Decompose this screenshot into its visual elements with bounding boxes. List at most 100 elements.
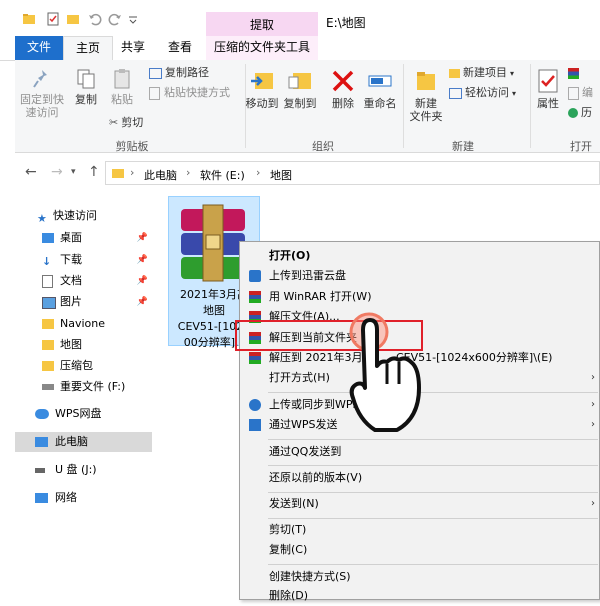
menu-item-upload-xunlei[interactable]: 上传到迅雷云盘: [240, 266, 599, 286]
dropdown-arrow-icon: ▾: [510, 69, 515, 78]
nav-map[interactable]: 地图: [15, 335, 152, 355]
easy-access-label: 轻松访问: [465, 86, 509, 99]
rename-button[interactable]: 重命名: [361, 68, 399, 110]
menu-item-delete[interactable]: 删除(D): [240, 586, 599, 606]
contextual-tab-extract[interactable]: 提取: [206, 12, 318, 36]
pin-quick-access-button[interactable]: 固定到快 速访问: [17, 68, 67, 119]
delete-button[interactable]: 删除: [328, 68, 358, 110]
copy-button[interactable]: 复制: [69, 68, 103, 106]
cut-label: 剪切: [121, 116, 144, 129]
menu-separator: [268, 492, 598, 493]
winrar-open-button[interactable]: [568, 66, 579, 79]
copy-label: 复制: [75, 93, 97, 106]
nav-quick-access[interactable]: ★ 快速访问: [15, 206, 152, 226]
nav-zip[interactable]: 压缩包: [15, 356, 152, 376]
menu-item-restore-versions[interactable]: 还原以前的版本(V): [240, 468, 599, 488]
breadcrumb-this-pc[interactable]: 此电脑: [144, 167, 177, 183]
tab-compressed-folder-tools[interactable]: 压缩的文件夹工具: [206, 36, 318, 60]
cloud-icon: [35, 409, 49, 419]
easy-access-button[interactable]: 轻松访问 ▾: [449, 86, 516, 100]
copy-to-label: 复制到: [283, 97, 317, 110]
group-label-open: 打开: [570, 140, 592, 153]
back-arrow-icon[interactable]: ←: [25, 164, 37, 180]
pin-icon[interactable]: 📌: [137, 228, 148, 248]
properties-icon[interactable]: [46, 12, 60, 26]
up-arrow-icon[interactable]: ↑: [88, 164, 100, 180]
new-item-button[interactable]: 新建项目 ▾: [449, 66, 514, 80]
pin-icon[interactable]: 📌: [137, 292, 148, 312]
properties-button[interactable]: 属性: [531, 68, 565, 110]
nav-label: 地图: [60, 338, 82, 351]
tab-home[interactable]: 主页: [63, 36, 113, 60]
nav-label: 桌面: [60, 231, 82, 244]
tab-share[interactable]: 共享: [113, 36, 153, 60]
download-arrow-icon: ↓: [42, 255, 52, 268]
nav-this-pc[interactable]: 此电脑: [15, 432, 152, 452]
forward-arrow-icon[interactable]: →: [51, 164, 63, 180]
history-icon: [568, 108, 578, 118]
menu-item-send-to[interactable]: 发送到(N) ›: [240, 494, 599, 514]
pin-icon[interactable]: 📌: [137, 271, 148, 291]
submenu-chevron-icon: ›: [591, 419, 595, 430]
nav-label: 文档: [60, 274, 82, 287]
address-bar: ← → ▾ ↑ › 此电脑 › 软件 (E:) › 地图: [15, 159, 600, 187]
menu-label: 剪切(T): [269, 523, 307, 536]
star-icon: ★: [37, 212, 47, 225]
breadcrumb-separator-icon: ›: [186, 166, 191, 179]
address-field[interactable]: › 此电脑 › 软件 (E:) › 地图: [105, 161, 600, 185]
nav-usb-j[interactable]: U 盘 (J:): [15, 460, 152, 480]
nav-documents[interactable]: 文档 📌: [15, 271, 152, 291]
move-to-label: 移动到: [245, 97, 279, 110]
computer-icon: [35, 437, 48, 447]
menu-item-cut[interactable]: 剪切(T): [240, 520, 599, 540]
paste-shortcut-button[interactable]: 粘贴快捷方式: [149, 86, 230, 100]
properties-icon: [538, 69, 558, 93]
move-to-button[interactable]: 移动到: [243, 68, 281, 110]
pin-icon[interactable]: 📌: [137, 250, 148, 270]
folder-icon: [42, 340, 54, 350]
menu-item-send-qq[interactable]: 通过QQ发送到: [240, 442, 599, 462]
nav-navione[interactable]: Navione: [15, 314, 152, 334]
menu-label: 复制(C): [269, 543, 308, 556]
title-bar: 提取 E:\地图: [0, 0, 600, 36]
folder-icon: [42, 361, 54, 371]
new-folder-icon[interactable]: [66, 12, 80, 26]
edit-button[interactable]: 编: [568, 86, 593, 100]
tab-file[interactable]: 文件: [15, 36, 63, 60]
new-folder-button[interactable]: 新建 文件夹: [409, 68, 443, 123]
copy-to-button[interactable]: 复制到: [281, 68, 319, 110]
paste-button[interactable]: 粘贴: [105, 68, 139, 106]
recent-locations-chevron-icon[interactable]: ▾: [71, 167, 76, 177]
menu-item-open-winrar[interactable]: 用 WinRAR 打开(W): [240, 287, 599, 307]
navigation-pane: ★ 快速访问 桌面 📌 ↓ 下载 📌 文档 📌 图片 📌 Navione 地图 …: [15, 200, 155, 600]
menu-item-open[interactable]: 打开(O): [240, 246, 599, 266]
nav-network[interactable]: 网络: [15, 488, 152, 508]
history-button[interactable]: 历: [568, 106, 592, 119]
breadcrumb-drive-e[interactable]: 软件 (E:): [200, 167, 245, 183]
copy-icon: [77, 69, 95, 89]
group-label-organize: 组织: [312, 140, 334, 153]
menu-item-create-shortcut[interactable]: 创建快捷方式(S): [240, 567, 599, 587]
picture-icon: [42, 297, 56, 309]
customize-toolbar-icon[interactable]: [126, 12, 140, 26]
nav-label: 图片: [60, 295, 82, 308]
tab-view[interactable]: 查看: [160, 36, 200, 60]
nav-pictures[interactable]: 图片 📌: [15, 292, 152, 312]
menu-label: 创建快捷方式(S): [269, 570, 351, 583]
undo-icon[interactable]: [88, 12, 102, 26]
submenu-chevron-icon: ›: [591, 372, 595, 383]
nav-desktop[interactable]: 桌面 📌: [15, 228, 152, 248]
nav-wps-drive[interactable]: WPS网盘: [15, 404, 152, 424]
copy-path-button[interactable]: 复制路径: [149, 66, 209, 79]
edit-label: 编: [582, 86, 593, 99]
redo-icon[interactable]: [108, 12, 122, 26]
breadcrumb-separator-icon: ›: [130, 166, 135, 179]
nav-label: Navione: [60, 317, 106, 330]
menu-item-copy[interactable]: 复制(C): [240, 540, 599, 560]
delete-x-icon: [332, 70, 354, 92]
breadcrumb-map[interactable]: 地图: [270, 167, 292, 183]
nav-important-f[interactable]: 重要文件 (F:): [15, 377, 152, 397]
copy-to-icon: [288, 73, 311, 89]
nav-downloads[interactable]: ↓ 下载 📌: [15, 250, 152, 270]
cut-button[interactable]: ✂ 剪切: [109, 116, 143, 129]
